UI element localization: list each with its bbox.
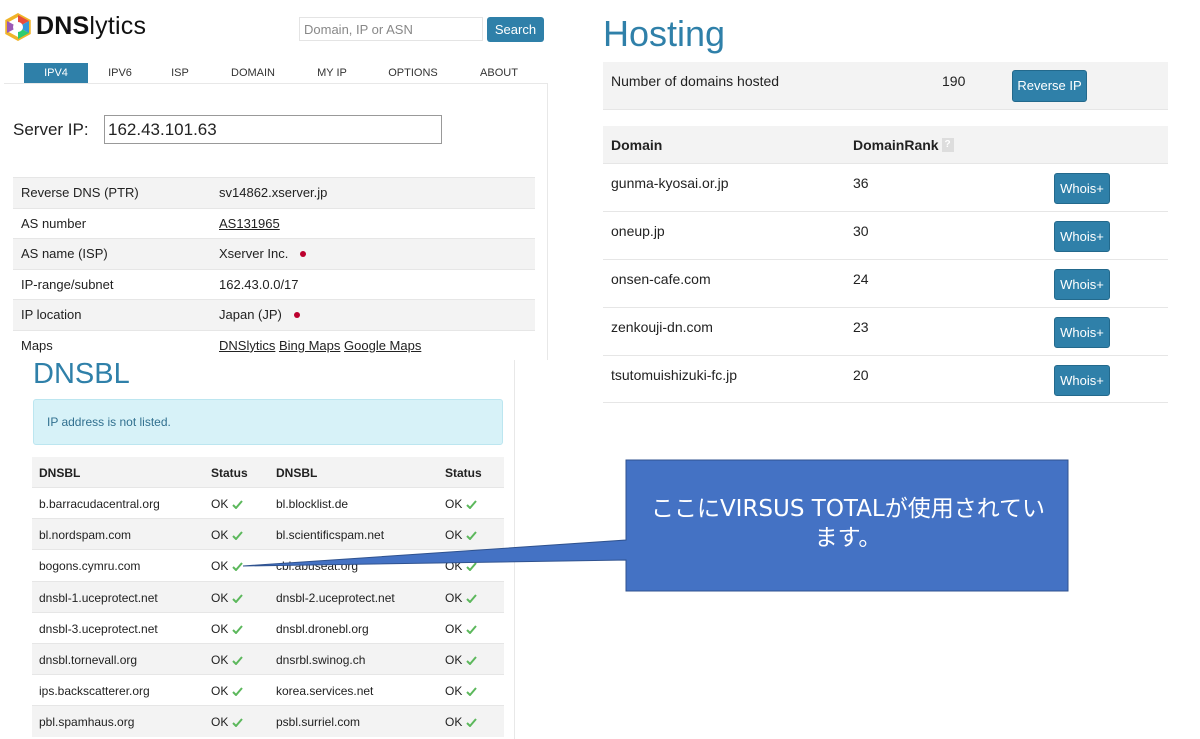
callout-shape [242, 459, 1069, 592]
callout-text: ここにVIRSUS TOTALが使用されています。 [650, 496, 1046, 551]
